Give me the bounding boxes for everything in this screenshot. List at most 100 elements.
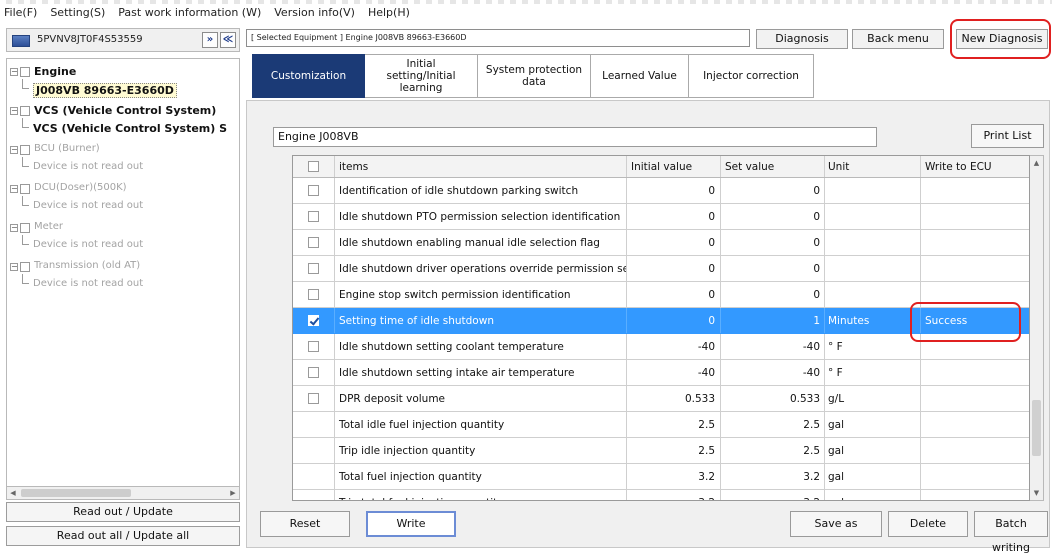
collapse-node-icon[interactable]: − [10, 146, 18, 154]
set-value-cell[interactable]: 0 [721, 256, 825, 281]
row-checkbox[interactable] [308, 289, 319, 300]
set-value-cell[interactable]: 0 [721, 282, 825, 307]
write-button[interactable]: Write [366, 511, 456, 537]
menu-setting[interactable]: Setting(S) [50, 6, 105, 22]
set-value-cell[interactable]: 0 [721, 230, 825, 255]
row-checkbox[interactable] [308, 263, 319, 274]
column-header-initial-value[interactable]: Initial value [627, 156, 721, 177]
table-row[interactable]: Total idle fuel injection quantity 2.5 2.5… [293, 412, 1029, 438]
item-name-cell: Total idle fuel injection quantity [335, 412, 627, 437]
scrollbar-thumb[interactable] [1032, 400, 1041, 456]
write-to-ecu-cell [921, 386, 1029, 411]
tree-node-checkbox[interactable] [20, 67, 30, 77]
collapse-node-icon[interactable]: − [10, 224, 18, 232]
row-checkbox-cell [293, 256, 335, 281]
table-row[interactable]: Idle shutdown enabling manual idle selec… [293, 230, 1029, 256]
scroll-down-icon[interactable]: ▼ [1031, 487, 1042, 499]
collapse-node-icon[interactable]: − [10, 263, 18, 271]
tree-node-checkbox[interactable] [20, 262, 30, 272]
table-header-row: items Initial value Set value Unit Write to … [293, 156, 1029, 178]
initial-value-cell: 2.5 [627, 438, 721, 463]
tab-injector-correction[interactable]: Injector correction [689, 54, 814, 98]
table-row[interactable]: Idle shutdown driver operations override… [293, 256, 1029, 282]
set-value-cell[interactable]: -40 [721, 334, 825, 359]
initial-value-cell: 3.2 [627, 464, 721, 489]
table-row[interactable]: Idle shutdown PTO permission selection i… [293, 204, 1029, 230]
tree-node-checkbox[interactable] [20, 145, 30, 155]
select-all-checkbox[interactable] [308, 161, 319, 172]
row-checkbox[interactable] [308, 393, 319, 404]
item-name-cell: Total fuel injection quantity [335, 464, 627, 489]
initial-value-cell: 0 [627, 230, 721, 255]
menu-help[interactable]: Help(H) [368, 6, 410, 22]
collapse-node-icon[interactable]: − [10, 107, 18, 115]
menu-version-info[interactable]: Version info(V) [274, 6, 355, 22]
row-checkbox[interactable] [308, 341, 319, 352]
back-menu-button[interactable]: Back menu [852, 29, 944, 49]
delete-button[interactable]: Delete [888, 511, 968, 537]
row-checkbox-cell [293, 230, 335, 255]
truck-icon [12, 35, 30, 47]
read-out-update-button[interactable]: Read out / Update [6, 502, 240, 522]
select-all-cell[interactable] [293, 156, 335, 177]
initial-value-cell: 0 [627, 282, 721, 307]
column-header-items[interactable]: items [335, 156, 627, 177]
tab-system-protection-data[interactable]: System protection data [478, 54, 591, 98]
set-value-cell[interactable]: -40 [721, 360, 825, 385]
row-checkbox[interactable] [308, 185, 319, 196]
table-row[interactable]: Trip total fuel injection quantity3.23.2… [293, 490, 1029, 500]
read-out-all-update-all-button[interactable]: Read out all / Update all [6, 526, 240, 546]
unit-cell: gal [825, 438, 921, 463]
row-checkbox[interactable] [308, 367, 319, 378]
table-row[interactable]: Trip idle injection quantity 2.5 2.5 gal [293, 438, 1029, 464]
set-value-cell[interactable]: 3.2 [721, 490, 825, 500]
diagnosis-button[interactable]: Diagnosis [756, 29, 848, 49]
set-value-cell[interactable]: 0.533 [721, 386, 825, 411]
tab-customization[interactable]: Customization [252, 54, 365, 98]
scroll-left-icon[interactable]: ◀ [8, 488, 18, 498]
set-value-cell[interactable]: 1 [721, 308, 825, 333]
expand-button[interactable]: » [202, 32, 218, 48]
scroll-up-icon[interactable]: ▲ [1031, 157, 1042, 169]
scroll-right-icon[interactable]: ▶ [228, 488, 238, 498]
write-to-ecu-cell [921, 464, 1029, 489]
tab-initial-setting-learning[interactable]: Initial setting/Initial learning [365, 54, 478, 98]
vin-bar: 5PVNV8JT0F4S53559 » ≪ [6, 28, 240, 52]
collapse-panel-button[interactable]: ≪ [220, 32, 236, 48]
row-checkbox[interactable] [308, 237, 319, 248]
table-row[interactable]: Idle shutdown setting intake air tempera… [293, 360, 1029, 386]
set-value-cell[interactable]: 0 [721, 178, 825, 203]
table-vertical-scrollbar[interactable]: ▲ ▼ [1030, 155, 1044, 501]
collapse-node-icon[interactable]: − [10, 68, 18, 76]
unit-cell: ° F [825, 334, 921, 359]
tab-learned-value[interactable]: Learned Value [591, 54, 689, 98]
menu-file[interactable]: File(F) [4, 6, 37, 22]
column-header-write-to-ecu[interactable]: Write to ECU [921, 156, 1029, 177]
print-list-button[interactable]: Print List [971, 124, 1044, 148]
item-name-cell: Idle shutdown enabling manual idle selec… [335, 230, 627, 255]
write-success-highlight [910, 302, 1021, 342]
table-row[interactable]: DPR deposit volume 0.533 0.533 g/L [293, 386, 1029, 412]
save-as-button[interactable]: Save as [790, 511, 882, 537]
table-row[interactable]: Total fuel injection quantity 3.2 3.2 gal [293, 464, 1029, 490]
collapse-node-icon[interactable]: − [10, 185, 18, 193]
set-value-cell[interactable]: 2.5 [721, 438, 825, 463]
unit-cell [825, 256, 921, 281]
column-header-set-value[interactable]: Set value [721, 156, 825, 177]
tree-node-checkbox[interactable] [20, 223, 30, 233]
set-value-cell[interactable]: 0 [721, 204, 825, 229]
row-checkbox-cell [293, 308, 335, 333]
tree-node-checkbox[interactable] [20, 106, 30, 116]
scrollbar-thumb[interactable] [21, 489, 131, 497]
reset-button[interactable]: Reset [260, 511, 350, 537]
batch-writing-button[interactable]: Batch writing [974, 511, 1048, 554]
tree-node-checkbox[interactable] [20, 184, 30, 194]
column-header-unit[interactable]: Unit [825, 156, 921, 177]
row-checkbox[interactable] [308, 315, 319, 326]
set-value-cell[interactable]: 3.2 [721, 464, 825, 489]
row-checkbox[interactable] [308, 211, 319, 222]
set-value-cell[interactable]: 2.5 [721, 412, 825, 437]
tree-horizontal-scrollbar[interactable]: ◀ ▶ [6, 486, 240, 500]
table-row[interactable]: Identification of idle shutdown parking … [293, 178, 1029, 204]
menu-past-work-information[interactable]: Past work information (W) [118, 6, 261, 22]
